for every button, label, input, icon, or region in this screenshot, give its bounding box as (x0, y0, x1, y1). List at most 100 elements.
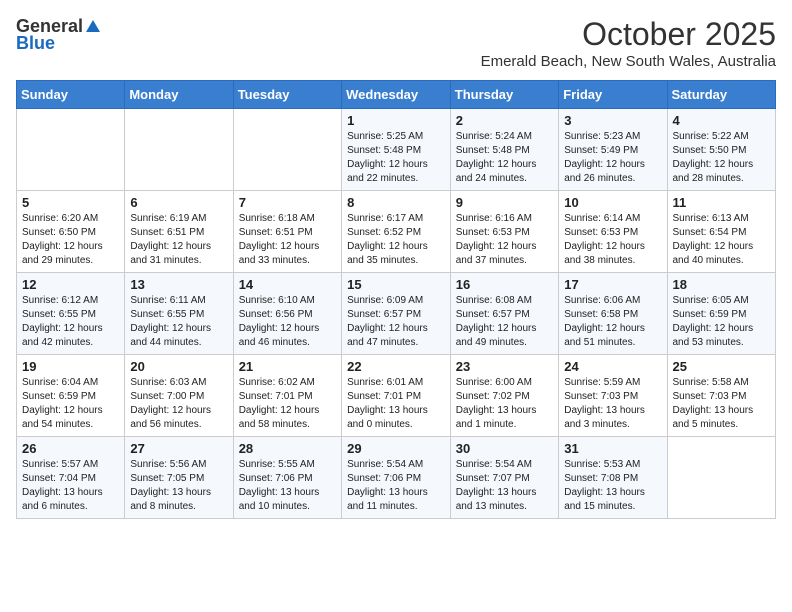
day-cell: 26Sunrise: 5:57 AM Sunset: 7:04 PM Dayli… (17, 437, 125, 519)
day-cell: 8 Sunrise: 6:17 AM Sunset: 6:52 PM Daylig… (342, 191, 451, 273)
day-info: Sunrise: 6:03 AM Sunset: 7:00 PM Dayligh… (130, 376, 227, 432)
day-info: Sunrise: 5:22 AM Sunset: 5:50 PM Dayligh… (673, 130, 771, 186)
day-cell: 23Sunrise: 6:00 AM Sunset: 7:02 PM Dayli… (450, 355, 558, 437)
day-cell: 2 Sunrise: 5:24 AM Sunset: 5:48 PM Daylig… (450, 109, 558, 191)
day-cell: 14Sunrise: 6:10 AM Sunset: 6:56 PM Dayli… (233, 273, 341, 355)
day-number: 20 (130, 359, 227, 374)
day-number: 8 (347, 195, 445, 210)
day-info: Sunrise: 5:55 AM Sunset: 7:06 PM Dayligh… (239, 458, 336, 514)
day-cell (233, 109, 341, 191)
day-info: Sunrise: 5:54 AM Sunset: 7:07 PM Dayligh… (456, 458, 553, 514)
day-number: 25 (673, 359, 771, 374)
day-cell: 1Sunrise: 5:25 AM Sunset: 5:48 PM Daylig… (342, 109, 451, 191)
header-cell-tuesday: Tuesday (233, 81, 341, 109)
day-number: 12 (22, 277, 119, 292)
day-cell: 7 Sunrise: 6:18 AM Sunset: 6:51 PM Daylig… (233, 191, 341, 273)
day-cell: 16 Sunrise: 6:08 AM Sunset: 6:57 PM Dayli… (450, 273, 558, 355)
day-info: Sunrise: 6:09 AM Sunset: 6:57 PM Dayligh… (347, 294, 445, 350)
day-info: Sunrise: 5:56 AM Sunset: 7:05 PM Dayligh… (130, 458, 227, 514)
day-info: Sunrise: 5:57 AM Sunset: 7:04 PM Dayligh… (22, 458, 119, 514)
page-header: General Blue October 2025 Emerald Beach,… (16, 16, 776, 70)
day-cell: 6 Sunrise: 6:19 AM Sunset: 6:51 PM Daylig… (125, 191, 233, 273)
day-info: Sunrise: 6:18 AM Sunset: 6:51 PM Dayligh… (239, 212, 336, 268)
day-info: Sunrise: 5:23 AM Sunset: 5:49 PM Dayligh… (564, 130, 661, 186)
day-number: 15 (347, 277, 445, 292)
day-info: Sunrise: 6:13 AM Sunset: 6:54 PM Dayligh… (673, 212, 771, 268)
day-number: 4 (673, 113, 771, 128)
location-title: Emerald Beach, New South Wales, Australi… (481, 53, 776, 70)
day-number: 24 (564, 359, 661, 374)
day-info: Sunrise: 5:24 AM Sunset: 5:48 PM Dayligh… (456, 130, 553, 186)
header-cell-wednesday: Wednesday (342, 81, 451, 109)
week-row-2: 5 Sunrise: 6:20 AM Sunset: 6:50 PM Daylig… (17, 191, 776, 273)
day-number: 17 (564, 277, 661, 292)
day-number: 7 (239, 195, 336, 210)
day-cell: 13 Sunrise: 6:11 AM Sunset: 6:55 PM Dayli… (125, 273, 233, 355)
day-info: Sunrise: 5:54 AM Sunset: 7:06 PM Dayligh… (347, 458, 445, 514)
day-number: 2 (456, 113, 553, 128)
day-info: Sunrise: 6:02 AM Sunset: 7:01 PM Dayligh… (239, 376, 336, 432)
day-cell: 15 Sunrise: 6:09 AM Sunset: 6:57 PM Dayli… (342, 273, 451, 355)
day-cell: 24 Sunrise: 5:59 AM Sunset: 7:03 PM Dayli… (559, 355, 667, 437)
day-cell: 4 Sunrise: 5:22 AM Sunset: 5:50 PM Daylig… (667, 109, 776, 191)
day-info: Sunrise: 6:20 AM Sunset: 6:50 PM Dayligh… (22, 212, 119, 268)
header-cell-friday: Friday (559, 81, 667, 109)
day-cell: 22Sunrise: 6:01 AM Sunset: 7:01 PM Dayli… (342, 355, 451, 437)
day-info: Sunrise: 6:01 AM Sunset: 7:01 PM Dayligh… (347, 376, 445, 432)
day-number: 6 (130, 195, 227, 210)
day-cell: 18 Sunrise: 6:05 AM Sunset: 6:59 PM Dayli… (667, 273, 776, 355)
day-cell: 17Sunrise: 6:06 AM Sunset: 6:58 PM Dayli… (559, 273, 667, 355)
day-info: Sunrise: 6:17 AM Sunset: 6:52 PM Dayligh… (347, 212, 445, 268)
day-info: Sunrise: 6:08 AM Sunset: 6:57 PM Dayligh… (456, 294, 553, 350)
day-number: 21 (239, 359, 336, 374)
day-info: Sunrise: 6:00 AM Sunset: 7:02 PM Dayligh… (456, 376, 553, 432)
day-info: Sunrise: 6:11 AM Sunset: 6:55 PM Dayligh… (130, 294, 227, 350)
day-number: 13 (130, 277, 227, 292)
day-info: Sunrise: 5:58 AM Sunset: 7:03 PM Dayligh… (673, 376, 771, 432)
day-cell: 5 Sunrise: 6:20 AM Sunset: 6:50 PM Daylig… (17, 191, 125, 273)
logo: General Blue (16, 16, 103, 54)
day-number: 31 (564, 441, 661, 456)
day-cell (17, 109, 125, 191)
day-cell: 9 Sunrise: 6:16 AM Sunset: 6:53 PM Daylig… (450, 191, 558, 273)
day-info: Sunrise: 6:04 AM Sunset: 6:59 PM Dayligh… (22, 376, 119, 432)
day-info: Sunrise: 6:16 AM Sunset: 6:53 PM Dayligh… (456, 212, 553, 268)
week-row-5: 26Sunrise: 5:57 AM Sunset: 7:04 PM Dayli… (17, 437, 776, 519)
day-cell: 30 Sunrise: 5:54 AM Sunset: 7:07 PM Dayli… (450, 437, 558, 519)
day-cell: 27 Sunrise: 5:56 AM Sunset: 7:05 PM Dayli… (125, 437, 233, 519)
day-cell: 11Sunrise: 6:13 AM Sunset: 6:54 PM Dayli… (667, 191, 776, 273)
day-info: Sunrise: 6:05 AM Sunset: 6:59 PM Dayligh… (673, 294, 771, 350)
day-info: Sunrise: 5:59 AM Sunset: 7:03 PM Dayligh… (564, 376, 661, 432)
day-number: 16 (456, 277, 553, 292)
day-number: 29 (347, 441, 445, 456)
day-info: Sunrise: 6:12 AM Sunset: 6:55 PM Dayligh… (22, 294, 119, 350)
week-row-4: 19 Sunrise: 6:04 AM Sunset: 6:59 PM Dayli… (17, 355, 776, 437)
day-number: 28 (239, 441, 336, 456)
day-number: 27 (130, 441, 227, 456)
logo-icon (84, 18, 102, 36)
day-cell (667, 437, 776, 519)
day-number: 14 (239, 277, 336, 292)
logo-blue: Blue (16, 33, 55, 54)
day-number: 19 (22, 359, 119, 374)
day-cell: 3 Sunrise: 5:23 AM Sunset: 5:49 PM Daylig… (559, 109, 667, 191)
day-number: 5 (22, 195, 119, 210)
day-cell: 20 Sunrise: 6:03 AM Sunset: 7:00 PM Dayli… (125, 355, 233, 437)
day-number: 3 (564, 113, 661, 128)
header-cell-saturday: Saturday (667, 81, 776, 109)
day-info: Sunrise: 5:25 AM Sunset: 5:48 PM Dayligh… (347, 130, 445, 186)
day-number: 10 (564, 195, 661, 210)
week-row-3: 12 Sunrise: 6:12 AM Sunset: 6:55 PM Dayli… (17, 273, 776, 355)
day-info: Sunrise: 6:19 AM Sunset: 6:51 PM Dayligh… (130, 212, 227, 268)
month-title: October 2025 (481, 16, 776, 53)
day-number: 30 (456, 441, 553, 456)
day-number: 9 (456, 195, 553, 210)
day-cell: 31Sunrise: 5:53 AM Sunset: 7:08 PM Dayli… (559, 437, 667, 519)
day-cell: 21 Sunrise: 6:02 AM Sunset: 7:01 PM Dayli… (233, 355, 341, 437)
header-cell-thursday: Thursday (450, 81, 558, 109)
header-cell-sunday: Sunday (17, 81, 125, 109)
day-cell: 28 Sunrise: 5:55 AM Sunset: 7:06 PM Dayli… (233, 437, 341, 519)
day-info: Sunrise: 6:14 AM Sunset: 6:53 PM Dayligh… (564, 212, 661, 268)
day-number: 18 (673, 277, 771, 292)
header-row: SundayMondayTuesdayWednesdayThursdayFrid… (17, 81, 776, 109)
